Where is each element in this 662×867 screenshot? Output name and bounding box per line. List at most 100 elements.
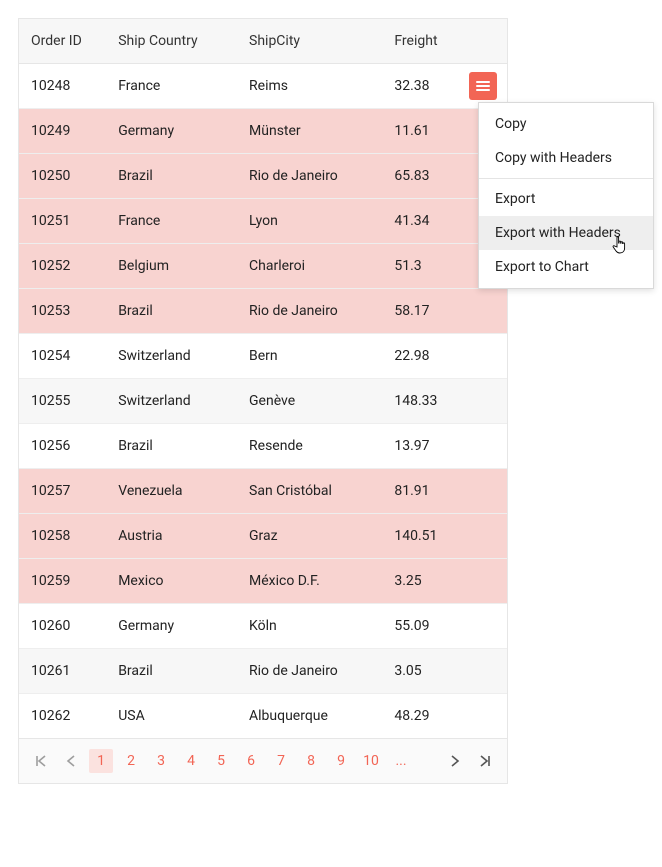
header-row: Order ID Ship Country ShipCity Freight (19, 19, 507, 64)
table-row[interactable]: 10259MexicoMéxico D.F.3.25 (19, 559, 507, 604)
cell-country[interactable]: Mexico (106, 559, 237, 604)
cell-orderId[interactable]: 10262 (19, 694, 106, 739)
pager-page[interactable]: 8 (299, 749, 323, 773)
cell-country[interactable]: Brazil (106, 649, 237, 694)
cell-freight[interactable]: 3.05 (382, 649, 507, 694)
cell-orderId[interactable]: 10259 (19, 559, 106, 604)
table-row[interactable]: 10254SwitzerlandBern22.98 (19, 334, 507, 379)
pager-page[interactable]: 3 (149, 749, 173, 773)
table-row[interactable]: 10262USAAlbuquerque48.29 (19, 694, 507, 739)
menu-item[interactable]: Export with Headers (479, 216, 653, 250)
cell-freight[interactable]: 81.91 (382, 469, 507, 514)
pager-page[interactable]: 5 (209, 749, 233, 773)
table-row[interactable]: 10249GermanyMünster11.61 (19, 109, 507, 154)
cell-orderId[interactable]: 10256 (19, 424, 106, 469)
table-row[interactable]: 10258AustriaGraz140.51 (19, 514, 507, 559)
cell-country[interactable]: Austria (106, 514, 237, 559)
pager-page[interactable]: 1 (89, 749, 113, 773)
pager-ellipsis[interactable]: ... (389, 753, 413, 769)
table-row[interactable]: 10253BrazilRio de Janeiro58.17 (19, 289, 507, 334)
cell-orderId[interactable]: 10251 (19, 199, 106, 244)
pager-page[interactable]: 10 (359, 749, 383, 773)
cell-country[interactable]: Germany (106, 604, 237, 649)
cell-city[interactable]: Rio de Janeiro (237, 289, 382, 334)
cell-orderId[interactable]: 10254 (19, 334, 106, 379)
chevron-left-icon (66, 755, 76, 767)
cell-freight[interactable]: 3.25 (382, 559, 507, 604)
cell-orderId[interactable]: 10261 (19, 649, 106, 694)
cell-country[interactable]: France (106, 64, 237, 109)
cell-city[interactable]: Genève (237, 379, 382, 424)
table-row[interactable]: 10250BrazilRio de Janeiro65.83 (19, 154, 507, 199)
table-row[interactable]: 10260GermanyKöln55.09 (19, 604, 507, 649)
pager-page[interactable]: 2 (119, 749, 143, 773)
cell-city[interactable]: Albuquerque (237, 694, 382, 739)
cell-orderId[interactable]: 10248 (19, 64, 106, 109)
column-header-ship-city[interactable]: ShipCity (237, 19, 382, 64)
pager-next-button[interactable] (443, 749, 467, 773)
cell-city[interactable]: Charleroi (237, 244, 382, 289)
cell-country[interactable]: Brazil (106, 154, 237, 199)
pager-prev-button[interactable] (59, 749, 83, 773)
orders-table: Order ID Ship Country ShipCity Freight 1… (19, 19, 507, 738)
cell-country[interactable]: Venezuela (106, 469, 237, 514)
cell-orderId[interactable]: 10249 (19, 109, 106, 154)
menu-item[interactable]: Copy (479, 107, 653, 141)
pager: 12345678910 ... (19, 738, 507, 783)
column-header-freight[interactable]: Freight (382, 19, 507, 64)
cell-freight[interactable]: 48.29 (382, 694, 507, 739)
cell-country[interactable]: USA (106, 694, 237, 739)
column-header-ship-country[interactable]: Ship Country (106, 19, 237, 64)
table-row[interactable]: 10261BrazilRio de Janeiro3.05 (19, 649, 507, 694)
cell-country[interactable]: Belgium (106, 244, 237, 289)
cell-country[interactable]: France (106, 199, 237, 244)
pager-page[interactable]: 4 (179, 749, 203, 773)
cell-freight[interactable]: 22.98 (382, 334, 507, 379)
table-row[interactable]: 10251FranceLyon41.34 (19, 199, 507, 244)
cell-city[interactable]: México D.F. (237, 559, 382, 604)
cell-orderId[interactable]: 10253 (19, 289, 106, 334)
pager-page[interactable]: 6 (239, 749, 263, 773)
cell-country[interactable]: Switzerland (106, 334, 237, 379)
cell-freight[interactable]: 140.51 (382, 514, 507, 559)
pager-page[interactable]: 7 (269, 749, 293, 773)
table-row[interactable]: 10252BelgiumCharleroi51.3 (19, 244, 507, 289)
cell-city[interactable]: Resende (237, 424, 382, 469)
cell-orderId[interactable]: 10258 (19, 514, 106, 559)
cell-city[interactable]: Reims (237, 64, 382, 109)
cell-city[interactable]: San Cristóbal (237, 469, 382, 514)
cell-freight[interactable]: 148.33 (382, 379, 507, 424)
cell-country[interactable]: Switzerland (106, 379, 237, 424)
menu-item[interactable]: Copy with Headers (479, 141, 653, 175)
cell-country[interactable]: Brazil (106, 289, 237, 334)
cell-freight[interactable]: 58.17 (382, 289, 507, 334)
cell-freight[interactable]: 13.97 (382, 424, 507, 469)
cell-city[interactable]: Rio de Janeiro (237, 649, 382, 694)
pager-page[interactable]: 9 (329, 749, 353, 773)
menu-item[interactable]: Export to Chart (479, 250, 653, 284)
table-row[interactable]: 10257VenezuelaSan Cristóbal81.91 (19, 469, 507, 514)
pager-first-button[interactable] (29, 749, 53, 773)
cell-orderId[interactable]: 10250 (19, 154, 106, 199)
cell-orderId[interactable]: 10252 (19, 244, 106, 289)
pager-last-button[interactable] (473, 749, 497, 773)
column-header-order-id[interactable]: Order ID (19, 19, 106, 64)
row-menu-button[interactable] (469, 72, 497, 100)
cell-city[interactable]: Köln (237, 604, 382, 649)
cell-country[interactable]: Germany (106, 109, 237, 154)
cell-city[interactable]: Lyon (237, 199, 382, 244)
cell-freight[interactable]: 55.09 (382, 604, 507, 649)
cell-orderId[interactable]: 10255 (19, 379, 106, 424)
table-row[interactable]: 10255SwitzerlandGenève148.33 (19, 379, 507, 424)
first-page-icon (35, 755, 47, 767)
cell-orderId[interactable]: 10260 (19, 604, 106, 649)
cell-city[interactable]: Rio de Janeiro (237, 154, 382, 199)
cell-city[interactable]: Graz (237, 514, 382, 559)
cell-city[interactable]: Bern (237, 334, 382, 379)
cell-city[interactable]: Münster (237, 109, 382, 154)
table-row[interactable]: 10248FranceReims32.38 (19, 64, 507, 109)
cell-orderId[interactable]: 10257 (19, 469, 106, 514)
menu-item[interactable]: Export (479, 182, 653, 216)
table-row[interactable]: 10256BrazilResende13.97 (19, 424, 507, 469)
cell-country[interactable]: Brazil (106, 424, 237, 469)
